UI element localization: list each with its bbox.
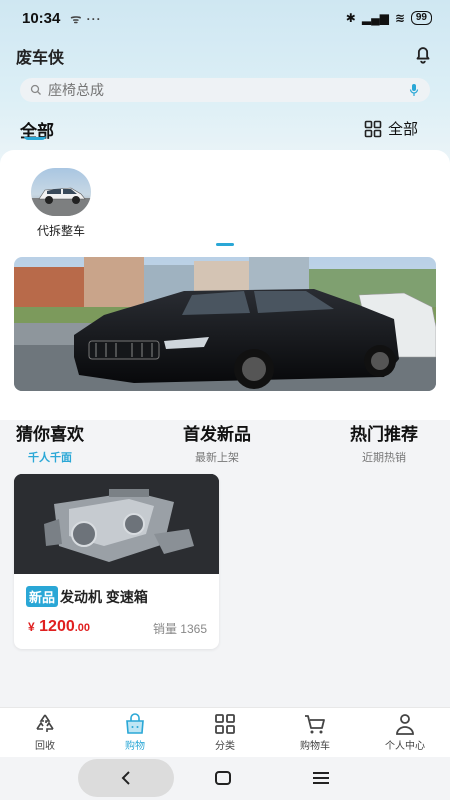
price-currency: ¥	[28, 620, 35, 634]
status-icons: ✱ ▂▄▆ ≋ 99	[346, 11, 432, 25]
search-input[interactable]	[48, 82, 408, 98]
bottom-navigation: 回收 购物 分类 购物车 个人中心	[0, 707, 450, 757]
battery-indicator: 99	[410, 11, 432, 25]
section-subtitle: 千人千面	[28, 452, 72, 464]
all-categories-button[interactable]: 全部	[364, 118, 418, 139]
system-home-button[interactable]	[214, 769, 232, 787]
section-subtitle: 最新上架	[195, 452, 239, 464]
tab-guess-you-like[interactable]: 猜你喜欢 千人千面	[16, 420, 84, 465]
nav-shopping[interactable]: 购物	[90, 708, 180, 757]
status-extras: ᯤ ···	[70, 11, 102, 26]
product-card[interactable]: 新品 发动机 变速箱 ¥ 1200.00 销量 1365	[14, 474, 219, 649]
cart-icon	[305, 715, 325, 734]
section-title: 猜你喜欢	[16, 425, 84, 444]
bluetooth-icon: ✱	[345, 11, 356, 25]
product-price: ¥ 1200.00	[28, 618, 90, 636]
shopping-bag-icon	[126, 713, 144, 734]
suv-car-image	[31, 168, 91, 216]
search-bar[interactable]	[20, 78, 430, 102]
sales-count: 销量 1365	[153, 620, 207, 637]
person-icon	[396, 714, 414, 735]
wifi-icon: ≋	[394, 11, 405, 25]
system-navigation-bar	[0, 757, 450, 800]
microphone-icon[interactable]	[408, 83, 420, 97]
nav-category[interactable]: 分类	[180, 708, 270, 757]
tab-active-indicator	[24, 136, 46, 140]
nav-label: 分类	[215, 741, 235, 752]
category-item-dismantle[interactable]: 代拆整车	[28, 168, 94, 239]
category-grid-icon	[215, 714, 235, 734]
status-bar: 10:34 ᯤ ··· ✱ ▂▄▆ ≋ 99	[0, 0, 450, 36]
feed-section-tabs: 猜你喜欢 千人千面 首发新品 最新上架 热门推荐 近期热销	[0, 420, 450, 468]
price-integer: 1200	[39, 618, 75, 635]
nav-recycle[interactable]: 回收	[0, 708, 90, 757]
tab-hot-picks[interactable]: 热门推荐 近期热销	[350, 420, 418, 465]
product-title: 发动机 变速箱	[60, 588, 148, 605]
back-arrow-icon	[121, 771, 130, 785]
promo-banner[interactable]	[14, 257, 436, 391]
price-decimal: .00	[74, 622, 91, 634]
black-sedan-banner-image	[14, 257, 436, 391]
nav-profile[interactable]: 个人中心	[360, 708, 450, 757]
all-categories-label: 全部	[387, 121, 418, 138]
status-time: 10:34	[22, 9, 61, 27]
nav-label: 购物	[125, 741, 145, 752]
bell-icon[interactable]	[412, 43, 434, 65]
nav-label: 个人中心	[385, 741, 425, 752]
nav-label: 回收	[35, 741, 55, 752]
signal-icon: ▂▄▆	[361, 11, 389, 25]
new-badge: 新品	[26, 586, 59, 607]
recycle-icon	[36, 714, 54, 732]
section-title: 首发新品	[183, 425, 251, 444]
sales-number: 1365	[180, 622, 207, 636]
section-subtitle: 近期热销	[362, 452, 406, 464]
system-back-button[interactable]	[78, 759, 174, 797]
system-menu-button[interactable]	[312, 769, 330, 787]
section-title: 热门推荐	[350, 425, 418, 444]
grid-icon	[364, 120, 382, 137]
category-label: 代拆整车	[36, 224, 85, 238]
tab-new-arrivals[interactable]: 首发新品 最新上架	[183, 420, 251, 465]
carousel-page-indicator	[216, 243, 234, 246]
product-name: 新品 发动机 变速箱	[26, 586, 148, 607]
search-icon	[30, 84, 41, 95]
app-title: 废车侠	[16, 50, 65, 67]
nav-cart[interactable]: 购物车	[270, 708, 360, 757]
nav-label: 购物车	[300, 741, 330, 752]
sales-label: 销量	[152, 622, 177, 636]
engine-product-image	[14, 474, 219, 574]
